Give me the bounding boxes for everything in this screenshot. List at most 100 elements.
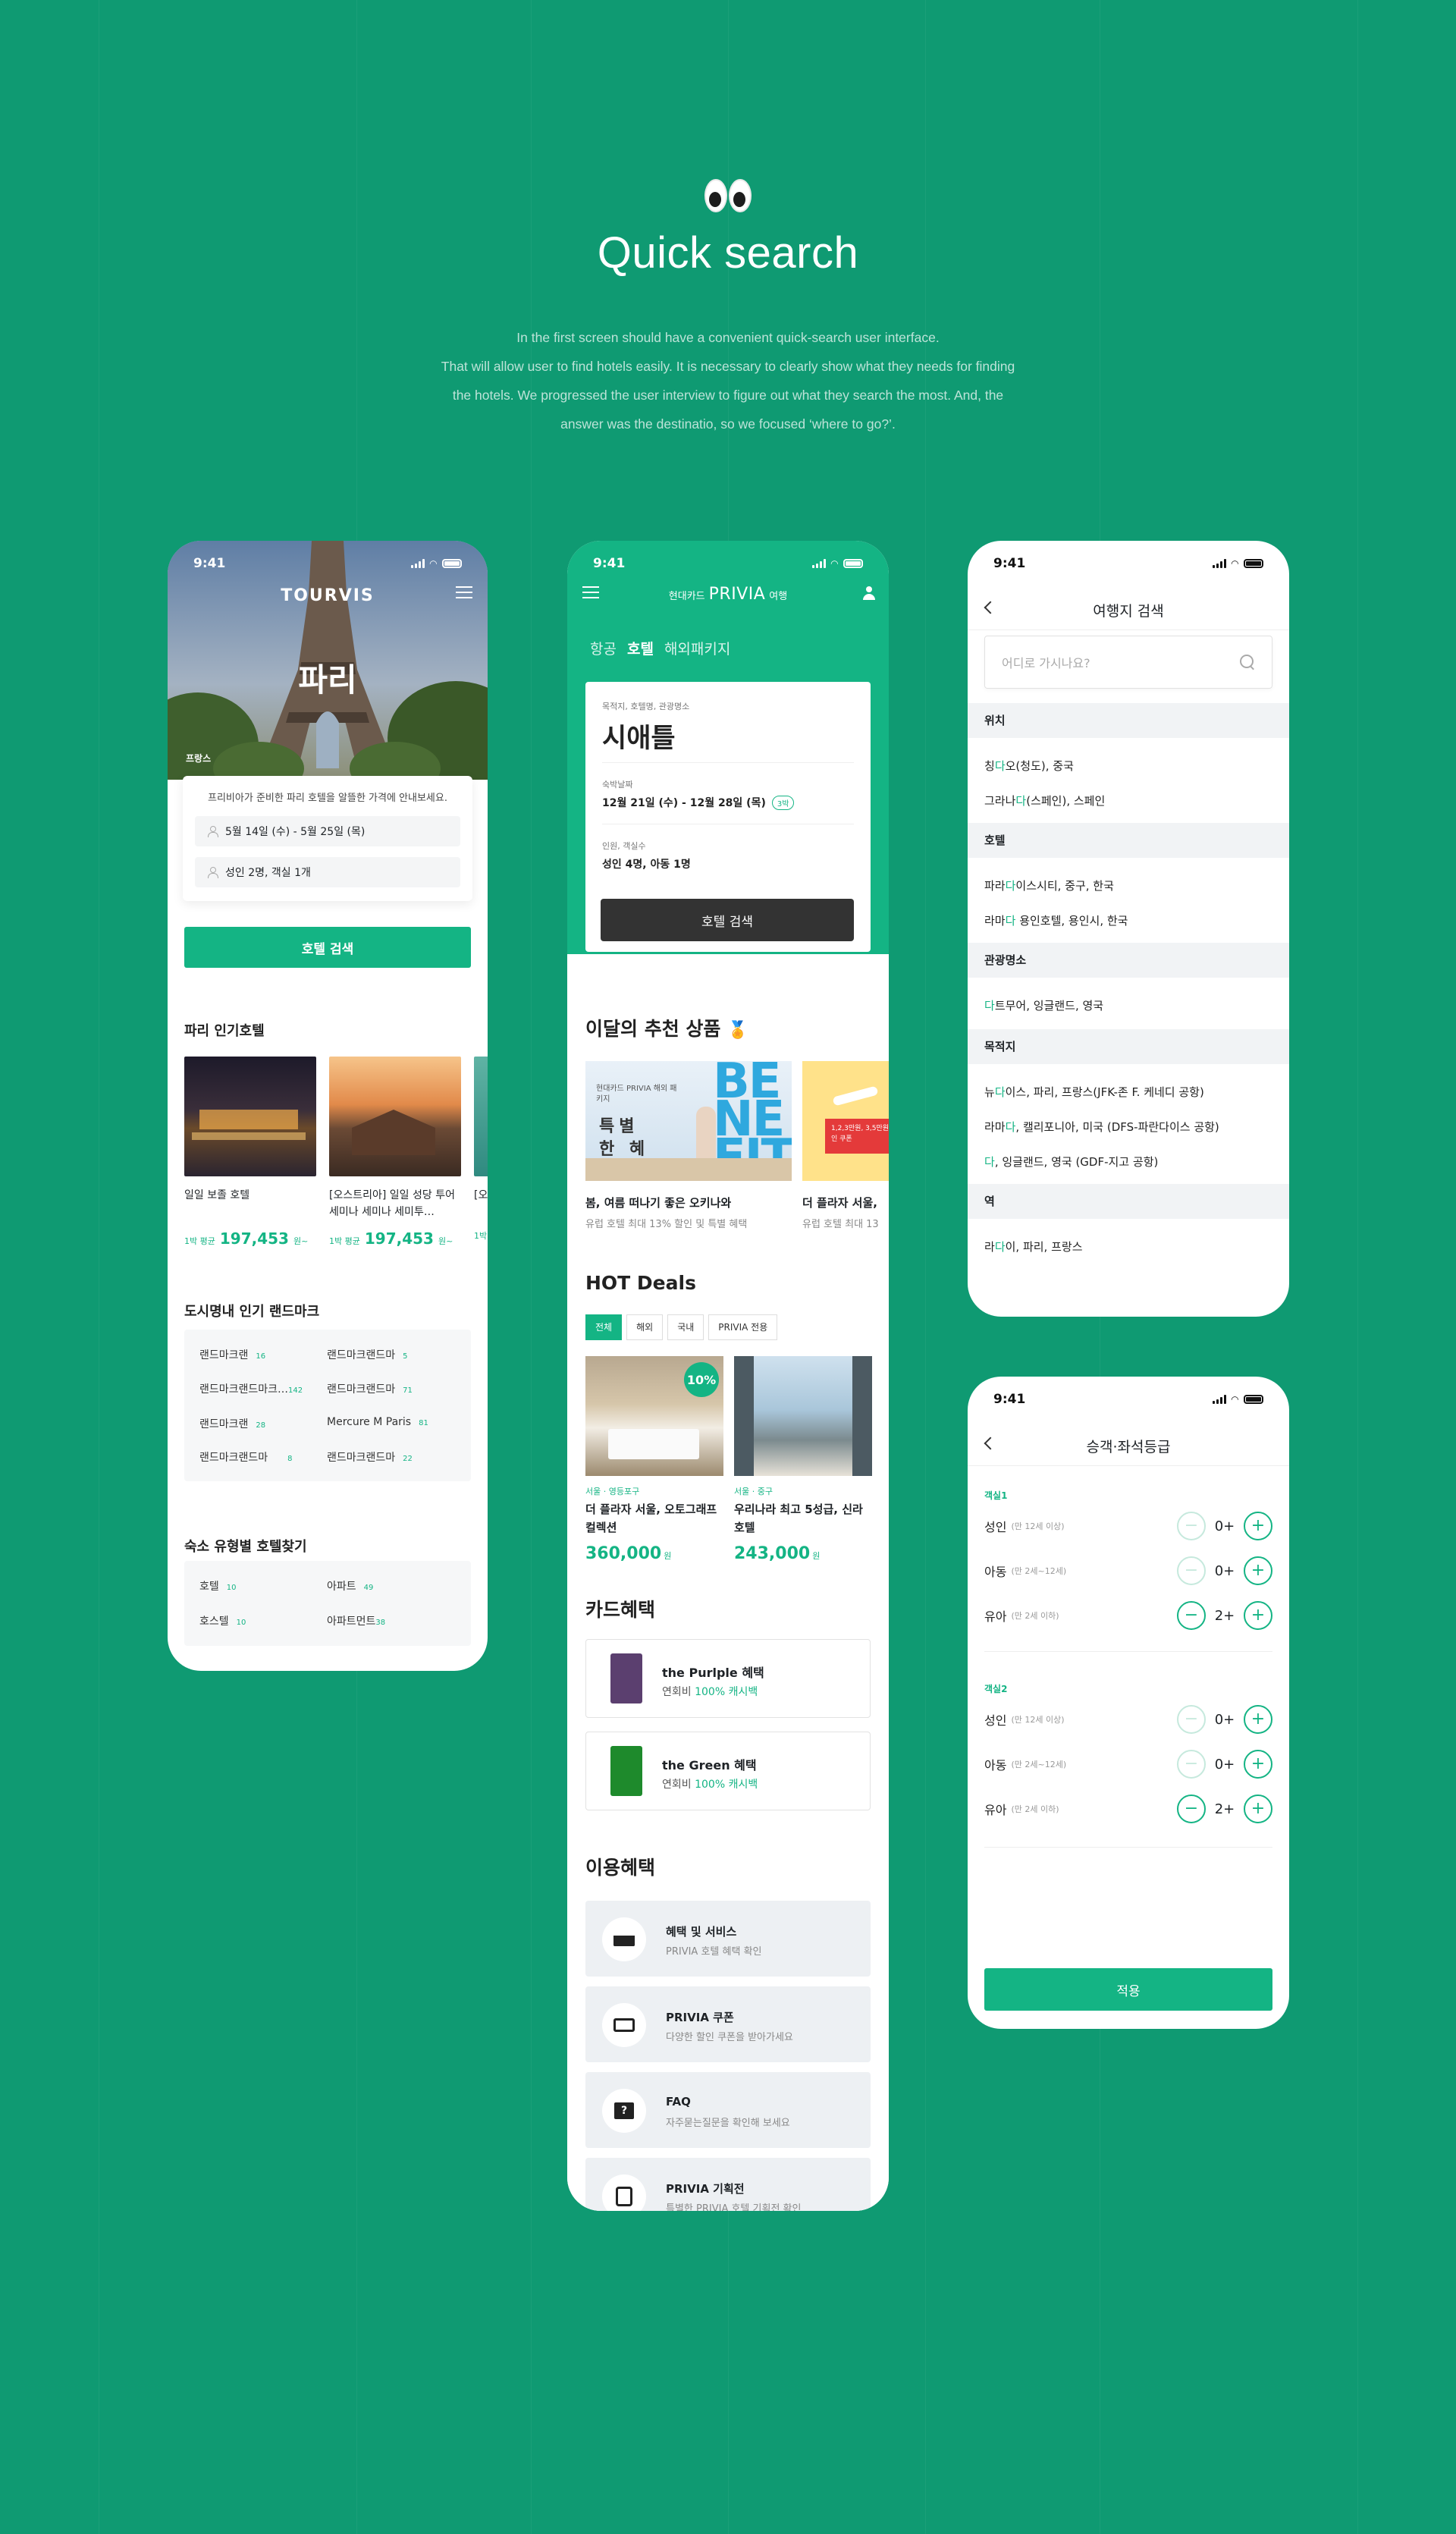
type-item[interactable]: 아파트 49	[327, 1578, 373, 1594]
search-result-item[interactable]: 다트무어, 잉글랜드, 영국	[984, 997, 1103, 1013]
minus-button[interactable]: −	[1177, 1750, 1206, 1779]
promo-banner[interactable]: 현대카드 PRIVIA 해외 패키지 특별한 혜택 BENEFIT	[585, 1061, 792, 1181]
search-result-item[interactable]: 라마다 용인호텔, 용인시, 한국	[984, 912, 1128, 928]
landmark-item[interactable]: 랜드마크랜드마 71	[327, 1381, 413, 1396]
guest-input[interactable]: 성인 4명, 아동 1명	[602, 856, 854, 871]
battery-icon	[442, 559, 462, 568]
plus-button[interactable]: +	[1244, 1601, 1272, 1630]
signal-icon	[410, 559, 425, 568]
hotel-image	[329, 1057, 461, 1176]
landmark-item[interactable]: 랜드마크랜드마 8	[199, 1449, 293, 1465]
category-tabs: 항공 호텔 해외패키지	[590, 638, 730, 658]
filter-overseas[interactable]: 해외	[626, 1314, 664, 1340]
hot-filter-chips: 전체 해외 국내 PRIVIA 전용	[585, 1314, 782, 1340]
filter-domestic[interactable]: 국내	[667, 1314, 704, 1340]
type-item[interactable]: 호스텔 10	[199, 1613, 246, 1628]
date-field[interactable]: 5월 14일 (수) - 5월 25일 (목)	[195, 816, 460, 846]
battery-icon	[1244, 1395, 1263, 1404]
counter-value: 0+	[1214, 1518, 1235, 1534]
wifi-icon: ◠	[1231, 1394, 1238, 1405]
deal-card[interactable]: 서울 · 중구 우리나라 최고 5성급, 신라호텔 243,000 원	[734, 1356, 872, 1563]
search-icon[interactable]	[1240, 655, 1255, 670]
tab-hotel[interactable]: 호텔	[627, 638, 654, 658]
benefit-event[interactable]: PRIVIA 기획전 특별한 PRIVIA 호텔 기획전 확인	[585, 2158, 871, 2211]
header-green: 9:41 ◠ 현대카드 PRIVIA 여행 항공 호텔 해외패키지 목적지, 호텔명…	[567, 541, 889, 954]
status-bar: 9:41 ◠	[968, 541, 1289, 586]
benefit-service[interactable]: 혜택 및 서비스 PRIVIA 호텔 혜택 확인	[585, 1901, 871, 1977]
search-result-item[interactable]: 라다이, 파리, 프랑스	[984, 1239, 1083, 1254]
minus-button[interactable]: −	[1177, 1556, 1206, 1585]
filter-all[interactable]: 전체	[585, 1314, 623, 1340]
search-result-item[interactable]: 다, 잉글랜드, 영국 (GDF-지고 공항)	[984, 1154, 1158, 1170]
page-header: 승객·좌석등급	[968, 1422, 1289, 1466]
plus-button[interactable]: +	[1244, 1750, 1272, 1779]
landmark-title: 도시명내 인기 랜드마크	[184, 1304, 320, 1320]
search-result-item[interactable]: 라마다, 캘리포니아, 미국 (DFS-파란다이스 공항)	[984, 1119, 1219, 1135]
type-item[interactable]: 호텔 10	[199, 1578, 237, 1594]
phone-destination-search: 9:41 ◠ 여행지 검색 어디로 가시나요? 위치 칭다오(청도), 중국 그…	[968, 541, 1289, 1317]
apply-button[interactable]: 적용	[984, 1968, 1272, 2011]
signal-icon	[811, 559, 826, 568]
status-bar: 9:41 ◠	[968, 1377, 1289, 1422]
page-header: 여행지 검색	[968, 586, 1289, 630]
guest-counter-row: 성인 (만 12세 이상) −0+ +	[984, 1704, 1272, 1735]
destination-input[interactable]: 시애틀	[602, 717, 854, 755]
card-benefit-green[interactable]: the Green 혜택 연회비 100% 캐시백	[585, 1732, 871, 1810]
person-icon	[207, 867, 218, 878]
minus-button[interactable]: −	[1177, 1795, 1206, 1823]
hotel-card[interactable]: [오 1박	[474, 1057, 488, 1242]
deal-name: 더 플라자 서울, 오토그래프 컬렉션	[585, 1503, 717, 1534]
user-icon[interactable]	[863, 586, 875, 600]
deal-card[interactable]: 10% 서울 · 영등포구 더 플라자 서울, 오토그래프 컬렉션 360,00…	[585, 1356, 723, 1563]
menu-icon[interactable]	[456, 586, 472, 602]
section-header: 관광명소	[968, 943, 1289, 978]
search-card: 프리비아가 준비한 파리 호텔을 알뜰한 가격에 안내보세요. 5월 14일 (…	[183, 776, 472, 901]
credit-card-icon	[610, 1653, 642, 1703]
discount-badge: 10%	[684, 1362, 719, 1397]
bg-line	[1357, 0, 1358, 2534]
plus-button[interactable]: +	[1244, 1556, 1272, 1585]
promo-banner[interactable]: 1,2,3만원, 3,5만원 할인 쿠폰	[802, 1061, 889, 1181]
search-result-item[interactable]: 뉴다이스, 파리, 프랑스(JFK-존 F. 케네디 공항)	[984, 1084, 1204, 1100]
landmark-item[interactable]: 랜드마크랜 16	[199, 1347, 265, 1362]
benefit-coupon[interactable]: PRIVIA 쿠폰 다양한 할인 쿠폰을 받아가세요	[585, 1986, 871, 2062]
search-result-item[interactable]: 그라나다(스페인), 스페인	[984, 793, 1105, 809]
status-bar: 9:41 ◠	[567, 541, 889, 586]
medal-icon: 🏅	[727, 1021, 748, 1040]
nights-badge: 3박	[771, 795, 795, 810]
deal-price: 243,000 원	[734, 1544, 821, 1563]
filter-privia[interactable]: PRIVIA 전용	[708, 1314, 778, 1340]
tab-package[interactable]: 해외패키지	[664, 638, 730, 658]
search-result-item[interactable]: 파라다이스시티, 중구, 한국	[984, 878, 1114, 893]
counter-value: 2+	[1214, 1801, 1235, 1817]
hotel-card[interactable]: 일일 보졸 호텔 1박 평균 197,453 원~	[184, 1057, 316, 1248]
minus-button[interactable]: −	[1177, 1705, 1206, 1734]
type-item[interactable]: 아파트먼트38	[327, 1613, 385, 1628]
tab-flight[interactable]: 항공	[590, 638, 617, 658]
destination-search-input[interactable]: 어디로 가시나요?	[984, 636, 1272, 689]
signal-icon	[1212, 1395, 1226, 1404]
eyes-icon	[701, 179, 755, 215]
landmark-item[interactable]: Mercure M Paris 81	[327, 1416, 428, 1428]
landmark-item[interactable]: 랜드마크랜드마 22	[327, 1449, 413, 1465]
landmark-item[interactable]: 랜드마크랜드마 5	[327, 1347, 408, 1362]
benefit-faq[interactable]: ? FAQ 자주묻는질문을 확인해 보세요	[585, 2072, 871, 2148]
usage-benefit-title: 이용혜택	[585, 1857, 656, 1879]
plus-button[interactable]: +	[1244, 1512, 1272, 1540]
minus-button[interactable]: −	[1177, 1512, 1206, 1540]
landmark-item[interactable]: 랜드마크랜 28	[199, 1416, 265, 1431]
plus-button[interactable]: +	[1244, 1795, 1272, 1823]
landmark-item[interactable]: 랜드마크랜드마크…142	[199, 1381, 303, 1396]
date-input[interactable]: 12월 21일 (수) - 12월 28일 (목) 3박	[602, 795, 854, 810]
guest-field[interactable]: 성인 2명, 객실 1개	[195, 857, 460, 887]
privia-logo: 현대카드 PRIVIA 여행	[668, 585, 788, 604]
hotel-search-button[interactable]: 호텔 검색	[601, 899, 854, 941]
hotel-card[interactable]: [오스트리아] 일일 성당 투어 세미나 세미나 세미투… 1박 평균 197,4…	[329, 1057, 461, 1248]
counter-value: 0+	[1214, 1562, 1235, 1579]
guest-counter-row: 유아 (만 2세 이하) −2+ +	[984, 1600, 1272, 1631]
search-result-item[interactable]: 칭다오(청도), 중국	[984, 758, 1074, 774]
card-benefit-purple[interactable]: the Purlple 혜택 연회비 100% 캐시백	[585, 1639, 871, 1718]
hotel-search-button[interactable]: 호텔 검색	[184, 927, 471, 968]
plus-button[interactable]: +	[1244, 1705, 1272, 1734]
minus-button[interactable]: −	[1177, 1601, 1206, 1630]
